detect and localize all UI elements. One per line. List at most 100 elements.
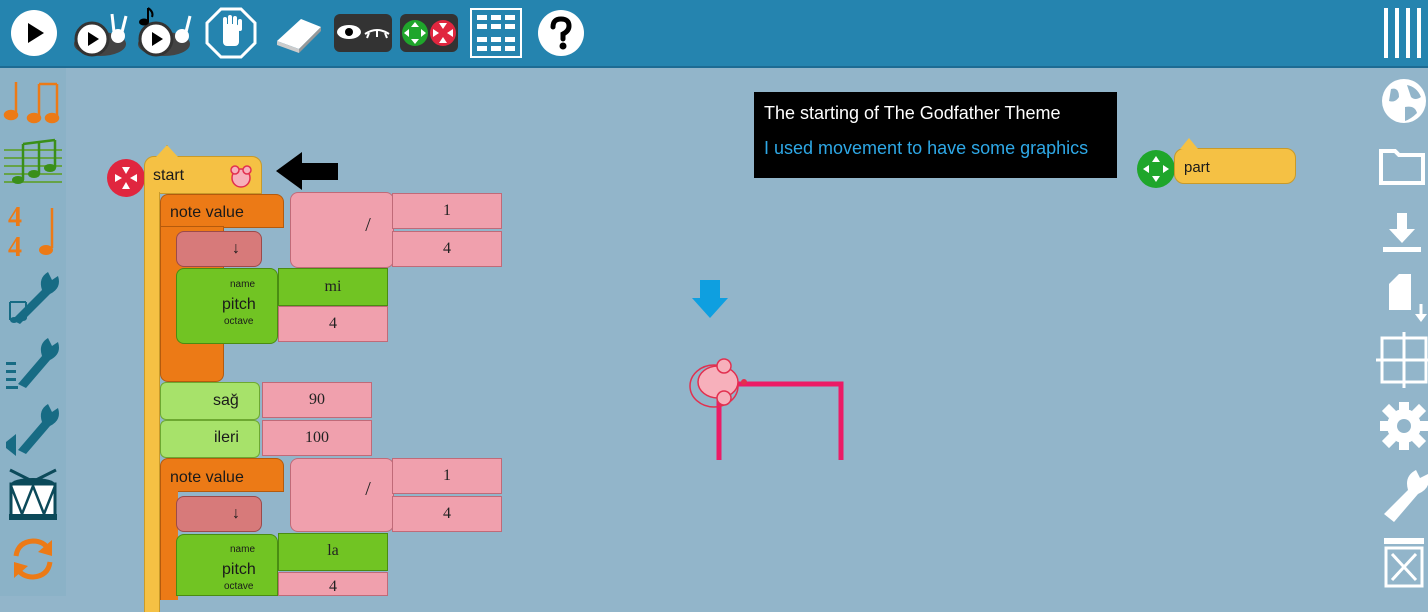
snail-music-icon (138, 7, 192, 57)
comment-line-2: I used movement to have some graphics (764, 138, 1089, 158)
palette-action[interactable] (2, 528, 62, 588)
divide-block[interactable] (290, 192, 394, 268)
eraser-icon (277, 19, 321, 53)
play-icon (11, 10, 57, 56)
staff-notes-icon (4, 138, 62, 184)
left-arrow-icon (276, 152, 338, 190)
collapse-expand-icon (400, 14, 458, 52)
start-block-tab (156, 145, 178, 157)
block-palette: 44 (0, 68, 66, 596)
wrench-ornament-icon (6, 338, 59, 389)
advanced-button[interactable] (1376, 464, 1428, 524)
snail-play-icon (74, 13, 128, 57)
denominator-value: 4 (443, 240, 451, 257)
divide-operator-2: / (365, 478, 371, 500)
arrow-block-1[interactable] (176, 231, 262, 267)
globe-icon (1382, 79, 1426, 123)
pitch-name-value: mi (324, 278, 342, 295)
eye-toggle-icon (334, 14, 392, 52)
arrow-block-2[interactable] (176, 496, 262, 532)
right-turn-block[interactable] (160, 382, 260, 420)
pitch-label-2: pitch (222, 561, 256, 578)
palette-tone[interactable] (2, 266, 62, 326)
forward-block[interactable] (160, 420, 260, 458)
divide-block-2[interactable] (290, 458, 394, 532)
settings-button[interactable] (1376, 396, 1428, 456)
pitch-name-value-2: la (327, 542, 339, 559)
turtle-mouse-icon[interactable] (684, 356, 750, 416)
folder-icon (1379, 149, 1425, 185)
download-icon (1383, 213, 1421, 252)
pitch-octave-label-2: octave (224, 581, 254, 592)
forward-value: 100 (305, 429, 329, 446)
note-value-label: note value (170, 204, 244, 221)
pitch-octave-label: octave (224, 316, 254, 327)
palette-rhythm[interactable] (2, 72, 62, 132)
new-project-button[interactable] (1376, 264, 1428, 324)
right-turn-label: sağ (213, 392, 239, 409)
expand-icon[interactable] (1134, 147, 1178, 191)
main-toolbar (0, 0, 1428, 68)
question-icon (538, 10, 584, 56)
start-label: start (153, 167, 185, 184)
gear-icon (1380, 402, 1428, 450)
part-label: part (1184, 159, 1210, 176)
trash-icon (1384, 538, 1424, 588)
play-music-slowly-button[interactable] (134, 6, 194, 60)
hand-stop-icon (205, 7, 257, 59)
start-block-body (144, 192, 160, 612)
mouse-icon (230, 165, 252, 188)
pitch-label: pitch (222, 296, 256, 313)
save-button[interactable] (1376, 202, 1428, 262)
new-file-icon (1389, 274, 1427, 322)
open-button[interactable] (1376, 134, 1428, 194)
palette-meter[interactable] (2, 134, 62, 194)
wrench-volume-icon (6, 404, 59, 456)
comment-box[interactable]: The starting of The Godfather Theme I us… (754, 92, 1117, 178)
collapse-icon[interactable] (104, 156, 148, 200)
play-slowly-button[interactable] (70, 6, 130, 60)
toggle-grid-button[interactable] (1376, 330, 1428, 390)
time-signature-icon: 44 (8, 202, 54, 260)
stop-button[interactable] (202, 6, 260, 60)
half-notes-icon (3, 82, 60, 124)
play-button[interactable] (8, 6, 60, 60)
numerator-value-2: 1 (443, 467, 451, 484)
right-toolbar (1374, 68, 1428, 596)
refresh-icon (13, 538, 53, 580)
numerator-value: 1 (443, 202, 451, 219)
part-block-tab (1180, 138, 1198, 149)
delete-button[interactable] (1376, 530, 1428, 590)
right-turn-value: 90 (309, 391, 325, 408)
grid-icon (470, 8, 522, 58)
drum-icon (9, 468, 57, 520)
wrench-icon (1384, 470, 1428, 522)
svg-text:4: 4 (8, 202, 22, 233)
collapse-expand-button[interactable] (398, 6, 460, 60)
svg-text:4: 4 (8, 232, 22, 260)
arrow-label-2: ↓ (232, 505, 240, 522)
palette-drum[interactable] (2, 464, 62, 524)
palette-pitch[interactable]: 44 (2, 200, 62, 260)
denominator-value-2: 4 (443, 505, 451, 522)
pitch-name-label-2: name (230, 544, 256, 555)
hide-blocks-button[interactable] (332, 6, 394, 60)
divide-operator: / (365, 214, 371, 236)
workspace[interactable]: start note value / 1 4 ↓ name pitch octa… (66, 68, 1374, 612)
clear-button[interactable] (270, 6, 326, 60)
arrow-label: ↓ (232, 240, 240, 257)
forward-label: ileri (214, 429, 239, 446)
palette-ornament[interactable] (2, 332, 62, 392)
blue-down-arrow-icon (692, 280, 728, 318)
menu-button[interactable] (1380, 6, 1424, 60)
grid-view-button[interactable] (468, 6, 524, 60)
language-button[interactable] (1376, 70, 1428, 130)
pitch-octave-value: 4 (329, 315, 337, 332)
help-button[interactable] (534, 6, 588, 60)
pitch-name-label: name (230, 279, 256, 290)
pitch-octave-value-2: 4 (329, 578, 337, 595)
wrench-music-icon (9, 272, 59, 324)
grid-toggle-icon (1376, 332, 1428, 388)
comment-line-1: The starting of The Godfather Theme (764, 103, 1061, 123)
palette-volume[interactable] (2, 398, 62, 458)
